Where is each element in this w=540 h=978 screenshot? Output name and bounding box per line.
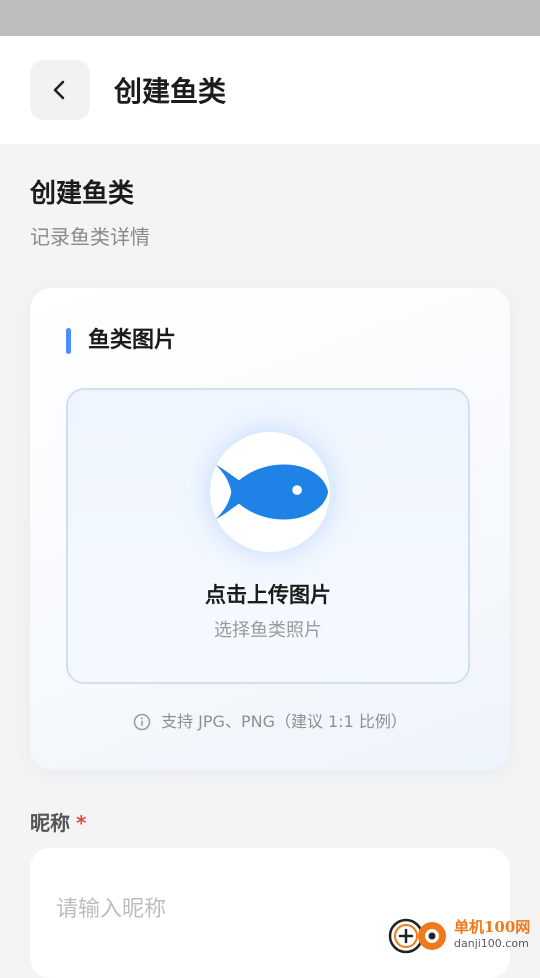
image-upload-area[interactable]: 点击上传图片 选择鱼类照片 [66,388,470,684]
status-bar [0,0,540,36]
required-mark: * [76,811,87,835]
nickname-label: 昵称 * [30,808,86,838]
watermark: 单机100网 danji100.com [388,912,536,956]
page-title: 创建鱼类 [114,75,227,108]
fish-icon [215,464,329,520]
fish-icon-circle [210,432,330,552]
chevron-left-icon [53,80,65,100]
section-subtitle: 记录鱼类详情 [30,225,150,249]
support-info: 支持 JPG、PNG（建议 1:1 比例） [30,708,510,736]
watermark-sub: danji100.com [454,936,529,950]
watermark-text: 单机100网 danji100.com [454,917,531,950]
card-title-accent [66,328,71,354]
support-text: 支持 JPG、PNG（建议 1:1 比例） [161,712,407,731]
watermark-main: 单机100网 [454,917,531,936]
info-icon [133,713,151,731]
card-title: 鱼类图片 [88,328,177,353]
watermark-logo-icon [388,918,446,954]
nickname-label-text: 昵称 [30,811,70,835]
navigation-bar: 创建鱼类 [0,36,540,144]
upload-label: 点击上传图片 [205,583,331,607]
image-card: 鱼类图片 点击上传图片 选择鱼类照片 支持 JPG、PNG（建议 1:1 比例） [30,288,510,770]
upload-hint: 选择鱼类照片 [214,620,322,641]
section-title: 创建鱼类 [30,179,135,209]
back-button[interactable] [30,60,90,120]
